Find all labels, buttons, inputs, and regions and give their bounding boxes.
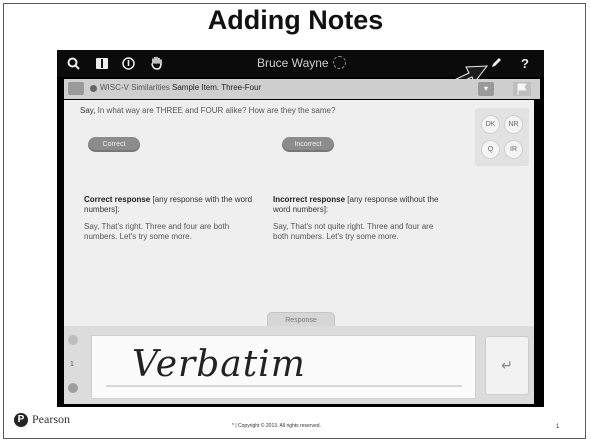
- hand-icon[interactable]: [149, 55, 165, 71]
- correct-heading: Correct response: [84, 195, 151, 204]
- correct-button[interactable]: Correct: [88, 137, 140, 152]
- incorrect-heading: Incorrect response: [273, 195, 346, 204]
- slide-title: Adding Notes: [207, 5, 384, 35]
- item-content: Say, In what way are THREE and FOUR alik…: [64, 100, 534, 336]
- ir-button[interactable]: IR: [504, 140, 523, 159]
- pearson-p-icon: P: [14, 412, 28, 427]
- item-dropdown[interactable]: ▾: [478, 82, 494, 96]
- incorrect-button[interactable]: Incorrect: [282, 137, 334, 152]
- scroll-up-icon[interactable]: [68, 335, 78, 345]
- response-tab[interactable]: Response: [267, 312, 335, 327]
- sync-icon: [333, 56, 346, 69]
- pearson-logo: P Pearson: [14, 412, 70, 427]
- quick-response-panel: DK NR Q IR: [475, 108, 529, 166]
- copyright-footer: * | Copyright © 2013. All rights reserve…: [232, 423, 321, 429]
- prompt-say: Say,: [80, 106, 96, 115]
- book-icon[interactable]: [94, 55, 110, 71]
- line-number: 1: [70, 361, 74, 368]
- correct-say: Say, That's right. Three and four are bo…: [84, 222, 230, 241]
- record-indicator-icon: [90, 85, 97, 92]
- q-button[interactable]: Q: [481, 140, 500, 159]
- nr-button[interactable]: NR: [504, 115, 523, 134]
- pearson-wordmark: Pearson: [32, 412, 70, 426]
- info-icon[interactable]: [120, 55, 136, 71]
- incorrect-response-block: Incorrect response [any response without…: [273, 195, 443, 242]
- response-panel: 1 Verbatim ↵: [64, 326, 534, 404]
- item-name: Sample Item. Three-Four: [172, 83, 262, 92]
- item-header-bar: WISC-V Similarities Sample Item. Three-F…: [64, 79, 540, 99]
- enter-button[interactable]: ↵: [485, 336, 529, 395]
- correct-response-block: Correct response [any response with the …: [84, 195, 254, 242]
- item-prompt: Say, In what way are THREE and FOUR alik…: [80, 106, 335, 115]
- prompt-text: In what way are THREE and FOUR alike? Ho…: [97, 106, 336, 115]
- page-number: 1: [556, 424, 560, 430]
- examinee-name: Bruce Wayne: [257, 56, 329, 70]
- help-icon[interactable]: ?: [517, 55, 533, 71]
- flag-icon[interactable]: [513, 82, 531, 96]
- handwritten-note: Verbatim: [132, 344, 306, 385]
- comment-icon[interactable]: [68, 82, 84, 95]
- app-window: Bruce Wayne ? WISC-V Similarities Sample…: [57, 50, 544, 407]
- incorrect-say: Say, That's not quite right. Three and f…: [273, 222, 434, 241]
- handwriting-notes-area[interactable]: Verbatim: [91, 335, 476, 399]
- scroll-down-icon[interactable]: [68, 383, 78, 393]
- dk-button[interactable]: DK: [481, 115, 500, 134]
- subtest-name: WISC-V Similarities: [100, 83, 170, 92]
- magnifier-icon[interactable]: [65, 55, 81, 71]
